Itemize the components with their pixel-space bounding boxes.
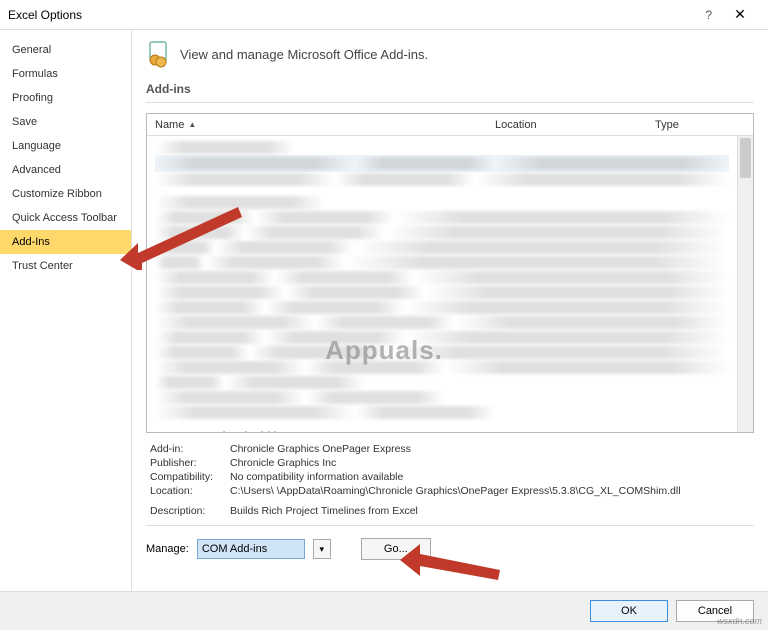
- list-body[interactable]: Document Related Add-ins No Document Rel…: [147, 136, 737, 432]
- doc-related-section: Document Related Add-ins No Document Rel…: [155, 430, 729, 432]
- sidebar-item-trust-center[interactable]: Trust Center: [0, 254, 131, 278]
- doc-related-title: Document Related Add-ins: [155, 430, 729, 432]
- detail-desc: Builds Rich Project Timelines from Excel: [230, 505, 750, 517]
- scroll-thumb[interactable]: [740, 138, 751, 178]
- col-header-name[interactable]: Name ▲: [147, 119, 487, 131]
- detail-location-label: Location:: [150, 485, 230, 497]
- list-header: Name ▲ Location Type: [147, 114, 753, 136]
- sidebar-item-language[interactable]: Language: [0, 134, 131, 158]
- addins-list: Name ▲ Location Type: [146, 113, 754, 433]
- detail-publisher-label: Publisher:: [150, 457, 230, 469]
- manage-dropdown-button[interactable]: ▾: [313, 539, 331, 559]
- manage-label: Manage:: [146, 543, 189, 555]
- detail-compat: No compatibility information available: [230, 471, 750, 483]
- sidebar-item-customize-ribbon[interactable]: Customize Ribbon: [0, 182, 131, 206]
- manage-row: Manage: COM Add-ins ▾ Go...: [146, 538, 754, 560]
- divider-2: [146, 525, 754, 526]
- sidebar-item-general[interactable]: General: [0, 38, 131, 62]
- scrollbar[interactable]: [737, 136, 753, 432]
- titlebar: Excel Options ? ✕: [0, 0, 768, 30]
- content-panel: View and manage Microsoft Office Add-ins…: [132, 30, 768, 591]
- manage-selected-value: COM Add-ins: [202, 543, 267, 555]
- detail-compat-label: Compatibility:: [150, 471, 230, 483]
- manage-select[interactable]: COM Add-ins: [197, 539, 305, 559]
- detail-publisher: Chronicle Graphics Inc: [230, 457, 750, 469]
- main: General Formulas Proofing Save Language …: [0, 30, 768, 592]
- sidebar-item-advanced[interactable]: Advanced: [0, 158, 131, 182]
- sidebar-item-proofing[interactable]: Proofing: [0, 86, 131, 110]
- watermark-url: wsxdn.com: [717, 616, 762, 626]
- addin-details: Add-in:Chronicle Graphics OnePager Expre…: [150, 443, 750, 517]
- detail-addin-label: Add-in:: [150, 443, 230, 455]
- close-button[interactable]: ✕: [720, 6, 760, 23]
- divider: [146, 102, 754, 103]
- col-header-type[interactable]: Type: [647, 119, 753, 131]
- sidebar-item-quick-access[interactable]: Quick Access Toolbar: [0, 206, 131, 230]
- window-title: Excel Options: [8, 8, 705, 22]
- help-icon[interactable]: ?: [705, 8, 712, 22]
- detail-desc-label: Description:: [150, 505, 230, 517]
- addins-icon: [146, 40, 170, 68]
- ok-button[interactable]: OK: [590, 600, 668, 622]
- sidebar-item-formulas[interactable]: Formulas: [0, 62, 131, 86]
- detail-location: C:\Users\ \AppData\Roaming\Chronicle Gra…: [230, 485, 750, 497]
- col-header-location[interactable]: Location: [487, 119, 647, 131]
- detail-addin: Chronicle Graphics OnePager Express: [230, 443, 750, 455]
- go-button[interactable]: Go...: [361, 538, 431, 560]
- sidebar-item-addins[interactable]: Add-Ins: [0, 230, 131, 254]
- sidebar: General Formulas Proofing Save Language …: [0, 30, 132, 591]
- sort-asc-icon: ▲: [188, 120, 196, 129]
- dialog-footer: OK Cancel: [0, 592, 768, 630]
- sidebar-item-save[interactable]: Save: [0, 110, 131, 134]
- col-name-label: Name: [155, 119, 184, 131]
- header-text: View and manage Microsoft Office Add-ins…: [180, 47, 428, 62]
- chevron-down-icon: ▾: [320, 544, 325, 555]
- section-title: Add-ins: [146, 82, 754, 96]
- content-header: View and manage Microsoft Office Add-ins…: [146, 40, 754, 68]
